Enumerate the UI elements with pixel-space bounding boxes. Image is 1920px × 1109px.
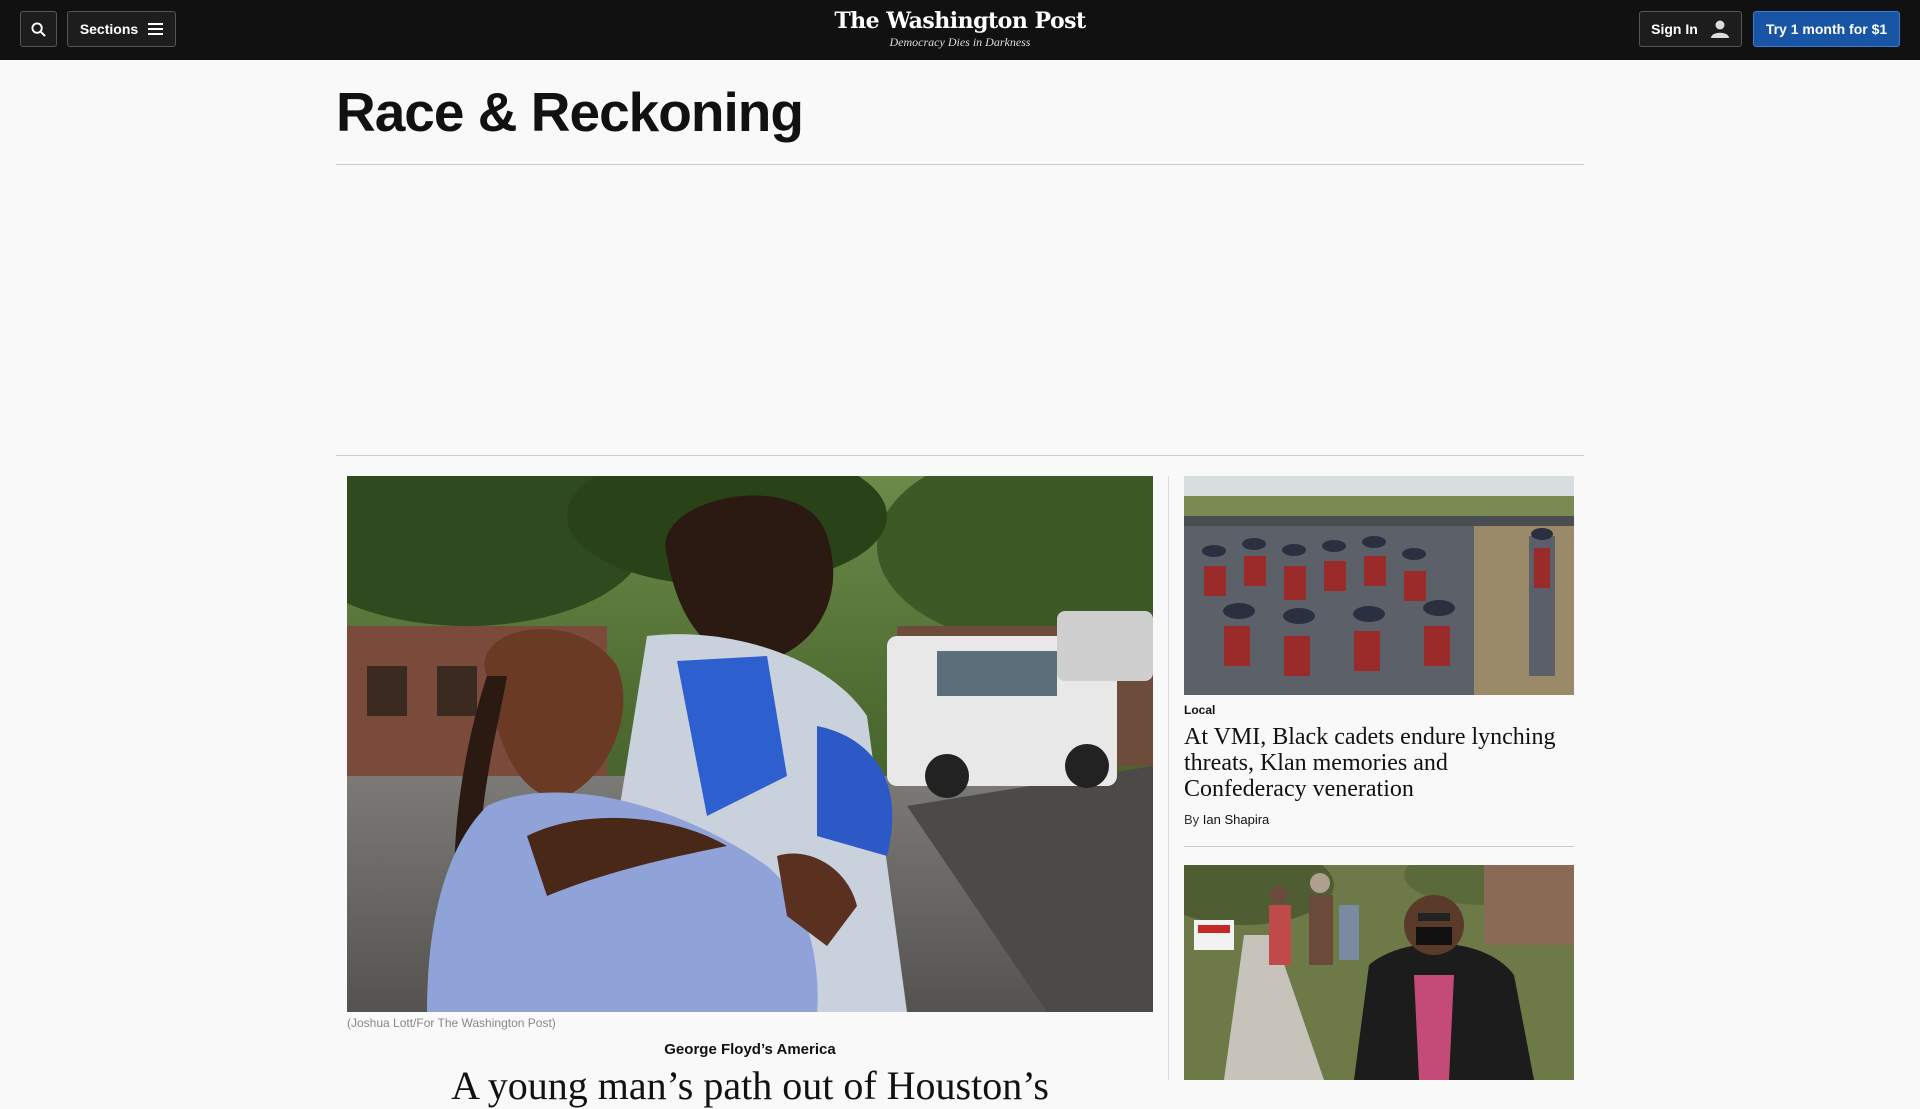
content-divider [336,455,1584,456]
byline-author[interactable]: Ian Shapira [1203,812,1270,827]
lead-story-image[interactable] [347,476,1153,1012]
masthead-tagline: Democracy Dies in Darkness [889,35,1031,49]
search-icon [31,21,46,37]
title-divider [336,164,1584,165]
rail-story-image-vmi[interactable] [1184,476,1574,695]
user-icon [1710,20,1729,38]
page-title: Race & Reckoning [336,81,804,143]
byline-prefix: By [1184,812,1200,827]
rail-story-image-voters[interactable] [1184,865,1574,1080]
column-divider [1168,476,1169,1080]
rail-story-kicker[interactable]: Local [1184,703,1215,717]
rail-divider [1184,846,1574,847]
sections-button[interactable]: Sections [67,11,176,47]
lead-image-caption: (Joshua Lott/For The Washington Post) [347,1016,556,1030]
hamburger-icon [148,23,164,35]
masthead[interactable]: The Washington Post Democracy Dies in Da… [810,8,1110,50]
lead-story-kicker[interactable]: George Floyd’s America [347,1041,1153,1058]
sections-label: Sections [79,21,139,37]
lead-story-headline[interactable]: A young man’s path out of Houston’s [347,1062,1153,1109]
sign-in-label: Sign In [1651,21,1698,37]
subscribe-trial-button[interactable]: Try 1 month for $1 [1753,11,1900,47]
sign-in-button[interactable]: Sign In [1639,11,1742,47]
rail-story-headline[interactable]: At VMI, Black cadets endure lynching thr… [1184,724,1574,802]
search-button[interactable] [20,11,57,47]
masthead-logo[interactable]: The Washington Post [810,8,1110,34]
top-nav-bar: Sections The Washington Post Democracy D… [0,0,1920,60]
rail-story-byline: By Ian Shapira [1184,812,1269,827]
ad-space [336,166,1584,454]
